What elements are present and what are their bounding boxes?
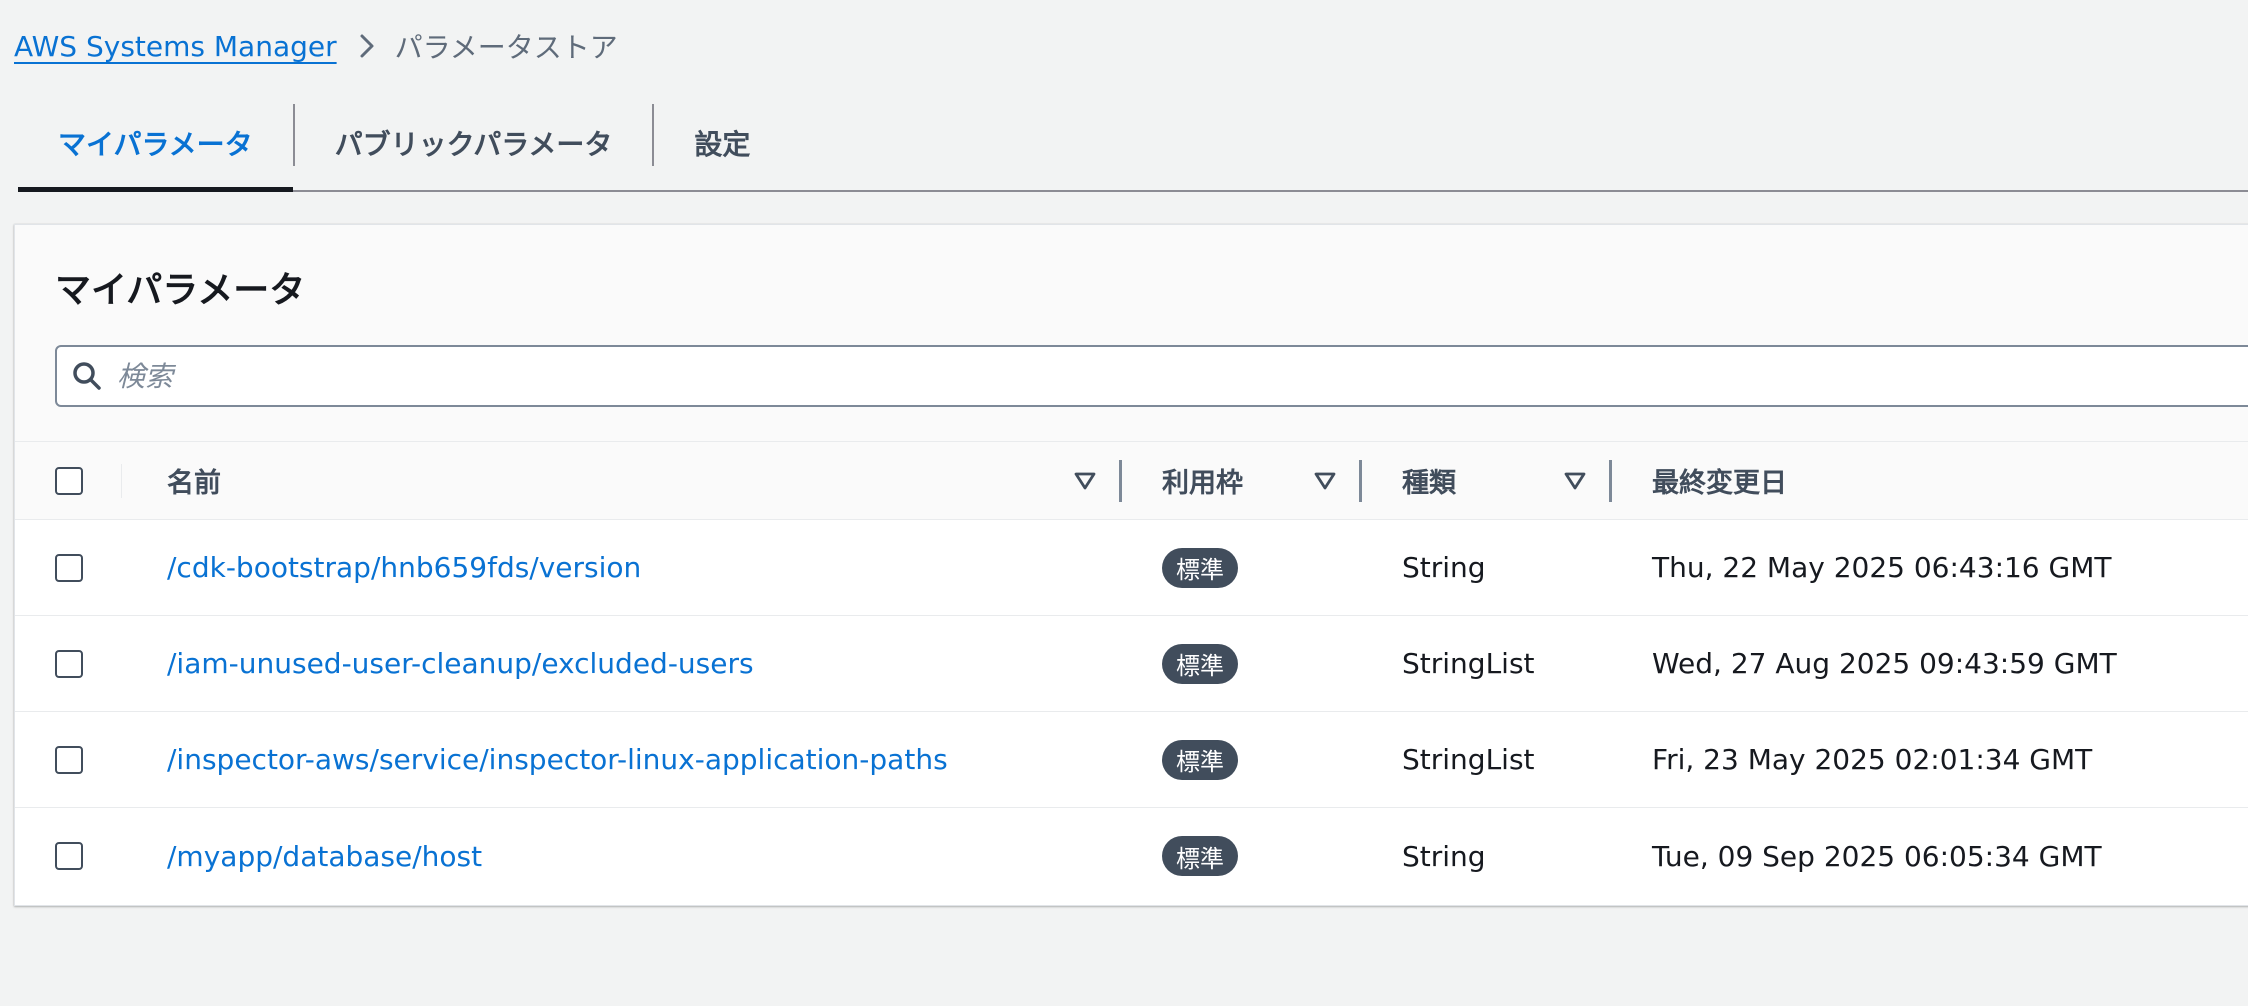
- parameter-name-link[interactable]: /iam-unused-user-cleanup/excluded-users: [167, 647, 754, 680]
- tab-my-parameters[interactable]: マイパラメータ: [18, 96, 293, 192]
- parameter-name-link[interactable]: /inspector-aws/service/inspector-linux-a…: [167, 743, 948, 776]
- panel-header: マイパラメータ: [15, 225, 2248, 442]
- cell-tier: 標準: [1122, 520, 1362, 615]
- parameters-panel: マイパラメータ 名前 利用枠: [14, 224, 2248, 906]
- chevron-right-icon: [359, 33, 375, 59]
- cell-tier: 標準: [1122, 808, 1362, 904]
- cell-last-modified: Wed, 27 Aug 2025 09:43:59 GMT: [1612, 616, 2248, 711]
- tab-public-parameters[interactable]: パブリックパラメータ: [295, 96, 653, 190]
- cell-tier: 標準: [1122, 616, 1362, 711]
- table-header: 名前 利用枠 種類 最終変更日: [15, 442, 2248, 520]
- last-modified-date: Tue, 09 Sep 2025 06:05:34 GMT: [1652, 839, 2102, 873]
- cell-name: /iam-unused-user-cleanup/excluded-users: [121, 616, 1122, 711]
- cell-tier: 標準: [1122, 712, 1362, 807]
- column-header-type[interactable]: 種類: [1362, 442, 1612, 519]
- panel-title: マイパラメータ: [55, 270, 306, 311]
- cell-type: String: [1362, 808, 1612, 904]
- parameter-name-link[interactable]: /myapp/database/host: [167, 840, 482, 873]
- parameter-type: String: [1402, 551, 1486, 584]
- tab-settings[interactable]: 設定: [654, 96, 790, 190]
- parameter-type: StringList: [1402, 647, 1535, 680]
- row-checkbox-cell: [15, 616, 121, 711]
- cell-type: String: [1362, 520, 1612, 615]
- last-modified-date: Wed, 27 Aug 2025 09:43:59 GMT: [1652, 647, 2117, 680]
- tier-badge: 標準: [1162, 547, 1238, 588]
- parameter-type: String: [1402, 839, 1486, 873]
- parameter-name-link[interactable]: /cdk-bootstrap/hnb659fds/version: [167, 551, 641, 584]
- search-icon: [71, 360, 103, 392]
- tab-bar: マイパラメータ パブリックパラメータ 設定: [18, 96, 2248, 192]
- cell-last-modified: Fri, 23 May 2025 02:01:34 GMT: [1612, 712, 2248, 807]
- row-checkbox-cell: [15, 808, 121, 904]
- breadcrumb-current: パラメータストア: [394, 31, 618, 64]
- parameter-type: StringList: [1402, 743, 1535, 776]
- column-header-name[interactable]: 名前: [121, 442, 1122, 519]
- breadcrumb: AWS Systems Manager パラメータストア: [14, 24, 618, 68]
- breadcrumb-link-systems-manager[interactable]: AWS Systems Manager: [14, 30, 337, 63]
- column-header-name-label: 名前: [167, 468, 221, 499]
- table-row: /inspector-aws/service/inspector-linux-a…: [15, 712, 2248, 808]
- column-header-usage[interactable]: 利用枠: [1122, 442, 1362, 519]
- sort-caret-icon[interactable]: [1314, 472, 1336, 490]
- row-checkbox[interactable]: [55, 745, 83, 774]
- row-checkbox[interactable]: [55, 553, 83, 582]
- row-checkbox[interactable]: [55, 649, 83, 678]
- last-modified-date: Fri, 23 May 2025 02:01:34 GMT: [1652, 743, 2093, 776]
- search-box[interactable]: [55, 345, 2248, 407]
- column-header-type-label: 種類: [1402, 468, 1456, 499]
- cell-name: /myapp/database/host: [121, 808, 1122, 904]
- cell-type: StringList: [1362, 712, 1612, 807]
- cell-last-modified: Thu, 22 May 2025 06:43:16 GMT: [1612, 520, 2248, 615]
- tier-badge: 標準: [1162, 739, 1238, 780]
- sort-caret-icon[interactable]: [1074, 472, 1096, 490]
- row-checkbox-cell: [15, 520, 121, 615]
- sort-caret-icon[interactable]: [1564, 472, 1586, 490]
- select-all-checkbox[interactable]: [55, 466, 83, 495]
- cell-name: /cdk-bootstrap/hnb659fds/version: [121, 520, 1122, 615]
- row-checkbox-cell: [15, 712, 121, 807]
- cell-last-modified: Tue, 09 Sep 2025 06:05:34 GMT: [1612, 808, 2248, 904]
- column-header-usage-label: 利用枠: [1162, 468, 1243, 499]
- header-checkbox-cell: [15, 442, 121, 519]
- row-checkbox[interactable]: [55, 842, 83, 870]
- cell-type: StringList: [1362, 616, 1612, 711]
- last-modified-date: Thu, 22 May 2025 06:43:16 GMT: [1652, 551, 2112, 584]
- column-header-last-modified[interactable]: 最終変更日: [1612, 442, 2248, 519]
- search-input[interactable]: [115, 358, 2015, 394]
- table-row: /iam-unused-user-cleanup/excluded-users …: [15, 616, 2248, 712]
- column-header-last-modified-label: 最終変更日: [1652, 468, 1787, 499]
- table-row: /myapp/database/host 標準 String Tue, 09 S…: [15, 808, 2248, 904]
- cell-name: /inspector-aws/service/inspector-linux-a…: [121, 712, 1122, 807]
- tier-badge: 標準: [1162, 643, 1238, 684]
- table-row: /cdk-bootstrap/hnb659fds/version 標準 Stri…: [15, 520, 2248, 616]
- tier-badge: 標準: [1162, 836, 1238, 876]
